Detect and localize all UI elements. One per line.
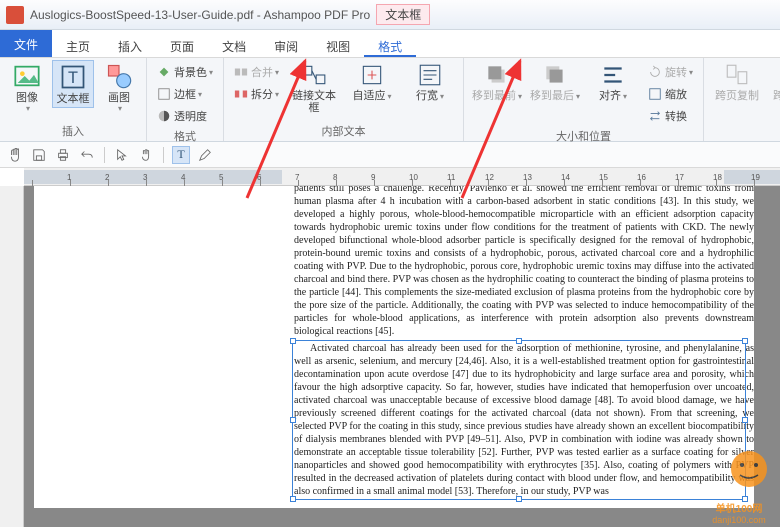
edit-tool-button[interactable] <box>196 146 214 164</box>
image-button[interactable]: 图像▾ <box>6 60 48 115</box>
print-icon <box>56 148 70 162</box>
group-label-crosspage <box>710 125 780 141</box>
document-viewport[interactable]: patients still poses a challenge. Recent… <box>24 186 780 527</box>
document-area: 12345678910111213141516171819 patients s… <box>0 168 780 527</box>
horizontal-ruler[interactable]: 12345678910111213141516171819 <box>24 168 780 186</box>
linewidth-icon <box>417 62 443 88</box>
save-button[interactable] <box>30 146 48 164</box>
group-label-innertext: 内部文本 <box>230 121 457 141</box>
ribbon-group-sizepos: 移到最前▾ 移到最后▾ 对齐▾ 旋转▾ 缩放 转换 大小和位置 <box>464 58 704 141</box>
paragraph[interactable]: patients still poses a challenge. Recent… <box>294 186 754 338</box>
align-icon <box>600 62 626 88</box>
menu-insert[interactable]: 插入 <box>104 30 156 57</box>
hand2-button[interactable] <box>137 146 155 164</box>
copy-pages-icon <box>724 62 750 88</box>
window-title: Auslogics-BoostSpeed-13-User-Guide.pdf -… <box>30 8 370 22</box>
border-icon <box>157 87 171 101</box>
opacity-button[interactable]: 透明度 <box>153 106 217 126</box>
svg-text:T: T <box>68 69 78 87</box>
linewidth-button[interactable]: 行宽▾ <box>403 60 457 105</box>
scale-button[interactable]: 缩放 <box>644 84 697 104</box>
menu-format[interactable]: 格式 <box>364 30 416 57</box>
undo-icon <box>80 148 94 162</box>
group-label-format: 格式 <box>153 126 217 146</box>
chevron-down-icon: ▾ <box>118 104 122 113</box>
group-label-insert: 插入 <box>6 121 140 141</box>
menu-home[interactable]: 主页 <box>52 30 104 57</box>
menu-page[interactable]: 页面 <box>156 30 208 57</box>
tofront-button[interactable]: 移到最前▾ <box>470 60 524 105</box>
ribbon-group-innertext: 合并▾ 拆分▾ 链接文本框 自适应▾ 行宽▾ 内部文本 <box>224 58 464 141</box>
bring-front-icon <box>484 62 510 88</box>
crosspage-delete-button[interactable]: 跨页删除 <box>768 60 780 104</box>
convert-icon <box>648 109 662 123</box>
separator <box>104 147 105 163</box>
page: patients still poses a challenge. Recent… <box>34 186 754 508</box>
merge-icon <box>234 65 248 79</box>
watermark: 单机100网 danji100.com <box>704 447 774 525</box>
app-icon <box>6 6 24 24</box>
ribbon-group-format: 背景色▾ 边框▾ 透明度 格式 <box>147 58 224 141</box>
bucket-icon <box>157 65 171 79</box>
convert-button[interactable]: 转换 <box>644 106 697 126</box>
menu-bar: 文件 主页 插入 页面 文档 审阅 视图 格式 <box>0 30 780 58</box>
textframe-icon: T <box>59 63 87 91</box>
crosspage-copy-button[interactable]: 跨页复制 <box>710 60 764 104</box>
scale-icon <box>648 87 662 101</box>
hand-tool-button[interactable] <box>6 146 24 164</box>
save-icon <box>32 148 46 162</box>
ribbon: 图像▾ T 文本框 画图▾ 插入 背景色▾ 边框▾ 透明度 格式 <box>0 58 780 142</box>
toback-button[interactable]: 移到最后▾ <box>528 60 582 105</box>
selected-text-frame[interactable]: Activated charcoal has already been used… <box>294 342 754 498</box>
separator <box>163 147 164 163</box>
menu-review[interactable]: 审阅 <box>260 30 312 57</box>
split-icon <box>234 87 248 101</box>
hand-icon <box>139 148 153 162</box>
context-badge: 文本框 <box>376 4 430 25</box>
chevron-down-icon: ▾ <box>26 104 30 113</box>
print-button[interactable] <box>54 146 72 164</box>
text-tool-button[interactable]: T <box>172 146 190 164</box>
vertical-ruler[interactable] <box>0 186 24 527</box>
text-icon: T <box>177 147 184 162</box>
ribbon-group-crosspage: 跨页复制 跨页删除 <box>704 58 780 141</box>
title-bar: Auslogics-BoostSpeed-13-User-Guide.pdf -… <box>0 0 780 30</box>
linkframe-button[interactable]: 链接文本框 <box>287 60 341 116</box>
shapes-icon <box>105 62 133 90</box>
pencil-icon <box>198 148 212 162</box>
draw-button[interactable]: 画图▾ <box>98 60 140 115</box>
group-label-sizepos: 大小和位置 <box>470 126 697 146</box>
textframe-button[interactable]: T 文本框 <box>52 60 94 108</box>
link-frame-icon <box>301 62 327 88</box>
autofit-button[interactable]: 自适应▾ <box>345 60 399 105</box>
image-icon <box>13 62 41 90</box>
pointer-button[interactable] <box>113 146 131 164</box>
menu-file[interactable]: 文件 <box>0 30 52 57</box>
merge-button[interactable]: 合并▾ <box>230 62 283 82</box>
align-button[interactable]: 对齐▾ <box>586 60 640 105</box>
rotate-icon <box>648 65 662 79</box>
ribbon-group-insert: 图像▾ T 文本框 画图▾ 插入 <box>0 58 147 141</box>
undo-button[interactable] <box>78 146 96 164</box>
send-back-icon <box>542 62 568 88</box>
menu-view[interactable]: 视图 <box>312 30 364 57</box>
rotate-button[interactable]: 旋转▾ <box>644 62 697 82</box>
pointer-icon <box>115 148 129 162</box>
hand-icon <box>8 148 22 162</box>
bgcolor-button[interactable]: 背景色▾ <box>153 62 217 82</box>
border-button[interactable]: 边框▾ <box>153 84 217 104</box>
autofit-icon <box>359 62 385 88</box>
opacity-icon <box>157 109 171 123</box>
split-button[interactable]: 拆分▾ <box>230 84 283 104</box>
menu-document[interactable]: 文档 <box>208 30 260 57</box>
